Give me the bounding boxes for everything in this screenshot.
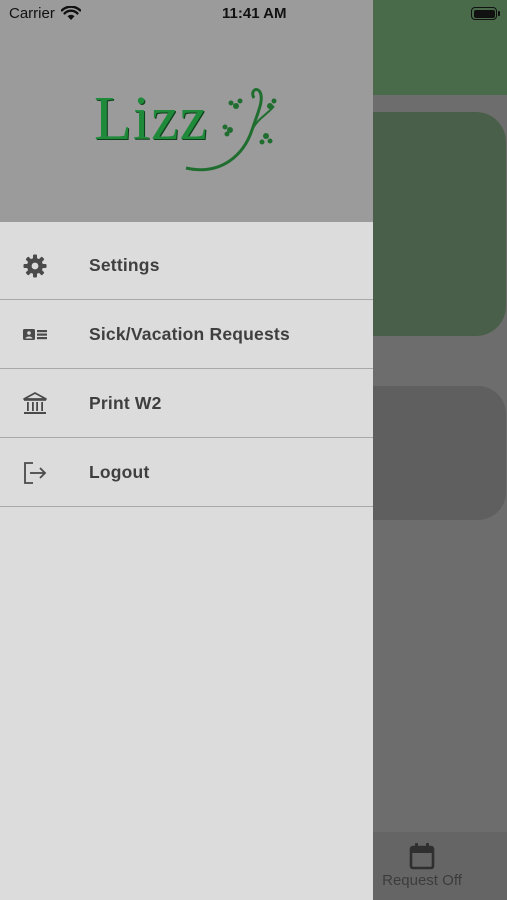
calendar-icon — [409, 843, 435, 870]
menu-item-label: Print W2 — [89, 393, 162, 413]
menu-item-label: Sick/Vacation Requests — [89, 324, 290, 344]
status-carrier: Carrier — [9, 5, 55, 22]
vine-decoration-icon — [185, 88, 277, 172]
navigation-drawer: Carrier 11:41 AM Lizz Settings Sick/Vaca… — [0, 0, 373, 900]
menu-item-label: Logout — [89, 462, 150, 482]
status-time: 11:41 AM — [222, 5, 287, 22]
drawer-header: Carrier 11:41 AM Lizz — [0, 0, 373, 222]
tab-request-off[interactable]: Request Off — [372, 838, 472, 898]
gear-icon — [23, 254, 47, 278]
lizz-logo: Lizz — [94, 84, 284, 179]
menu-item-logout[interactable]: Logout — [0, 438, 373, 507]
bank-icon — [23, 392, 47, 414]
wifi-icon — [61, 6, 81, 20]
menu-item-label: Settings — [89, 255, 160, 275]
logout-icon — [24, 462, 47, 484]
id-card-icon — [23, 329, 47, 340]
menu-item-settings[interactable]: Settings — [0, 231, 373, 300]
menu-item-sick-vacation-requests[interactable]: Sick/Vacation Requests — [0, 300, 373, 369]
tab-request-off-label: Request Off — [382, 872, 462, 889]
battery-icon — [471, 7, 500, 20]
menu-item-print-w2[interactable]: Print W2 — [0, 369, 373, 438]
drawer-menu: Settings Sick/Vacation Requests Print W2… — [0, 231, 373, 507]
